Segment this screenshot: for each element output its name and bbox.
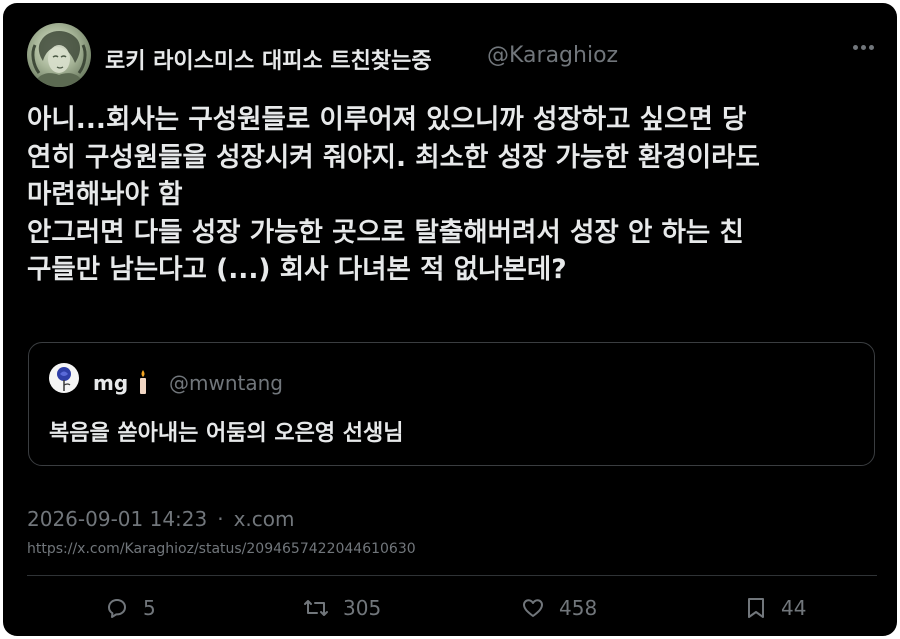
portrait-art xyxy=(31,30,87,87)
meta-separator: · xyxy=(217,507,224,531)
source-label: x.com xyxy=(233,507,295,531)
tweet-url[interactable]: https://x.com/Karaghioz/status/209465742… xyxy=(27,541,416,557)
retweet-button[interactable]: 305 xyxy=(303,593,381,623)
action-bar: 5 305 458 44 xyxy=(3,593,897,623)
quoted-handle[interactable]: @mwntang xyxy=(169,371,283,395)
author-display-name[interactable]: 로키 라이스미스 대피소 트친찾는중 xyxy=(105,43,432,75)
author-handle[interactable]: @Karaghioz xyxy=(487,43,618,68)
tweet-text: 아니...회사는 구성원들로 이루어져 있으니까 성장하고 싶으면 당 연히 구… xyxy=(27,104,760,285)
bookmark-count: 44 xyxy=(781,596,807,620)
reply-button[interactable]: 5 xyxy=(105,593,156,623)
quoted-tweet[interactable]: mg @mwntang 복음을 쏟아내는 어둠의 오은영 선생님 xyxy=(28,342,875,466)
more-icon[interactable] xyxy=(853,45,875,53)
author-avatar[interactable] xyxy=(27,23,91,87)
candle-icon xyxy=(140,370,146,394)
divider xyxy=(27,575,877,576)
like-count: 458 xyxy=(559,596,598,620)
bookmark-button[interactable]: 44 xyxy=(745,593,806,623)
tweet-card: 로키 라이스미스 대피소 트친찾는중 @Karaghioz 아니...회사는 구… xyxy=(3,3,897,636)
tweet-header: 로키 라이스미스 대피소 트친찾는중 @Karaghioz xyxy=(27,23,877,87)
quoted-avatar[interactable] xyxy=(49,363,79,393)
retweet-count: 305 xyxy=(343,596,382,620)
retweet-icon xyxy=(304,600,328,616)
tweet-meta: 2026-09-01 14:23 · x.com xyxy=(27,507,295,531)
quoted-text: 복음을 쏟아내는 어둠의 오은영 선생님 xyxy=(49,421,404,446)
reply-icon xyxy=(108,599,126,618)
rose-icon xyxy=(57,367,71,391)
timestamp[interactable]: 2026-09-01 14:23 xyxy=(27,507,207,531)
quoted-display-name[interactable]: mg xyxy=(93,371,128,395)
heart-icon xyxy=(523,599,543,617)
bookmark-icon xyxy=(748,598,764,618)
reply-count: 5 xyxy=(143,596,156,620)
like-button[interactable]: 458 xyxy=(521,593,597,623)
